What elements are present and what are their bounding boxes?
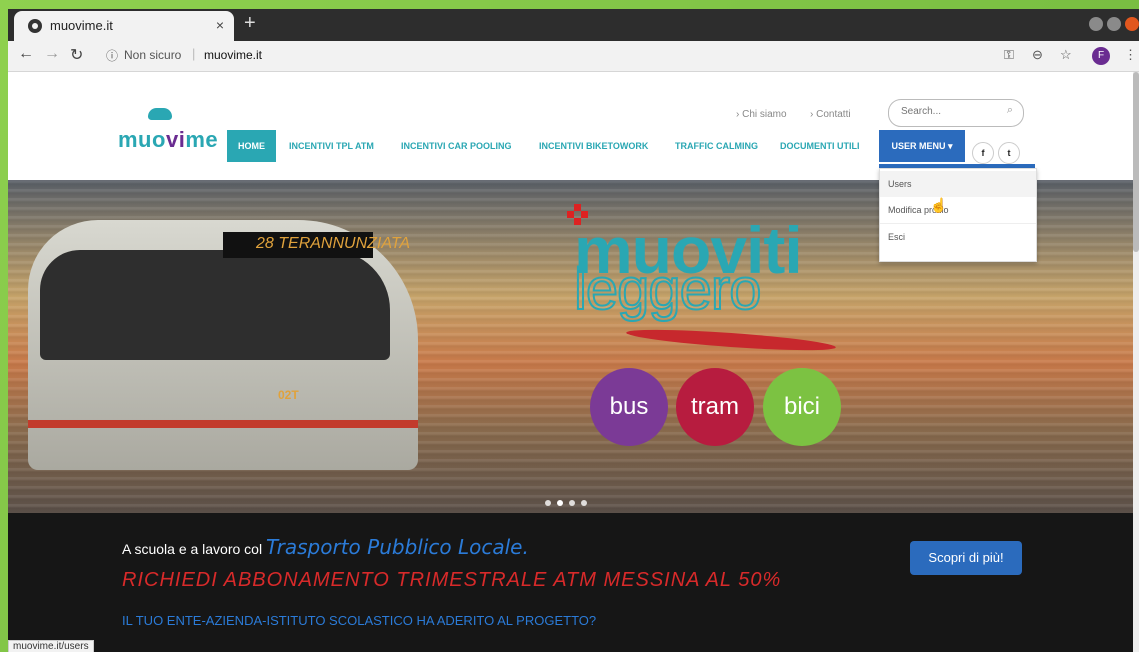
star-icon[interactable]: ☆ <box>1060 47 1072 63</box>
promo-text: RICHIEDI ABBONAMENTO TRIMESTRALE ATM MES… <box>122 569 782 591</box>
slide-dot-4[interactable] <box>581 500 587 506</box>
menu-incentivi-car-pooling[interactable]: INCENTIVI CAR POOLING <box>401 130 512 162</box>
status-url: muovime.it/users <box>8 640 94 652</box>
dropdown-item-esci[interactable]: Esci <box>880 223 1036 249</box>
menu-user-menu[interactable]: USER MENU ▾ <box>879 130 965 162</box>
scopri-button[interactable]: Scopri di più! <box>910 541 1022 575</box>
tram-windshield <box>40 250 390 360</box>
menu-traffic-calming[interactable]: TRAFFIC CALMING <box>675 130 758 162</box>
link-contatti[interactable]: › Contatti <box>810 109 851 120</box>
dropdown-item-users[interactable]: Users <box>880 171 1036 197</box>
forward-icon[interactable]: → <box>44 45 60 63</box>
slide-dot-3[interactable] <box>569 500 575 506</box>
lead-script: Trasporto Pubblico Locale. <box>265 535 529 559</box>
tram-destination-text: 28 TERANNUNZIATA <box>256 235 411 252</box>
reload-icon[interactable]: ↻ <box>70 45 83 65</box>
slider-dots <box>545 493 593 511</box>
hand-pointer-icon: ☝ <box>930 197 948 213</box>
info-icon[interactable]: ⓘ <box>106 47 118 64</box>
dropdown-item-modifica-profilo[interactable]: Modifica profilo <box>880 197 1036 223</box>
search-icon[interactable]: ⌕ <box>1007 104 1013 117</box>
question-link[interactable]: IL TUO ENTE-AZIENDA-ISTITUTO SCOLASTICO … <box>122 613 596 628</box>
menu-incentivi-tpl-atm[interactable]: INCENTIVI TPL ATM <box>289 130 374 162</box>
maximize-icon[interactable] <box>1107 17 1121 31</box>
lead-text: A scuola e a lavoro col Trasporto Pubbli… <box>122 535 529 559</box>
address-separator: | <box>192 46 196 61</box>
link-chi-siamo[interactable]: › Chi siamo <box>736 109 787 120</box>
browser-tab[interactable]: muovime.it × <box>14 11 234 41</box>
promo-band: A scuola e a lavoro col Trasporto Pubbli… <box>8 513 1139 652</box>
user-menu-dropdown: Users Modifica profilo Esci <box>879 168 1037 262</box>
hero-subheadline: leggero <box>573 256 762 323</box>
close-window-icon[interactable] <box>1125 17 1139 31</box>
logo-pixel <box>574 204 581 211</box>
lead-plain: A scuola e a lavoro col <box>122 541 263 557</box>
logo-cloud-icon <box>148 108 172 120</box>
tram-stripe <box>28 420 418 428</box>
key-icon[interactable]: ⚿ <box>1004 47 1014 63</box>
twitter-icon[interactable]: t <box>998 142 1020 164</box>
menu-incentivi-biketowork[interactable]: INCENTIVI BIKETOWORK <box>539 130 648 162</box>
menu-kebab-icon[interactable]: ⋮ <box>1124 47 1137 63</box>
logo-part-a: muo <box>118 127 166 152</box>
tram-code: 02T <box>278 388 299 402</box>
facebook-icon[interactable]: f <box>972 142 994 164</box>
site-logo[interactable]: muovime <box>118 127 218 153</box>
circle-tram: tram <box>676 368 754 446</box>
logo-part-c: me <box>185 127 219 152</box>
logo-part-b: vi <box>165 127 186 152</box>
back-icon[interactable]: ← <box>18 45 34 63</box>
security-label: Non sicuro <box>124 48 182 62</box>
tab-close-icon[interactable]: × <box>216 17 224 33</box>
logo-pixel <box>567 211 574 218</box>
zoom-icon[interactable]: ⊖ <box>1032 47 1043 63</box>
slide-dot-2[interactable] <box>557 500 563 506</box>
slide-dot-1[interactable] <box>545 500 551 506</box>
address-bar[interactable]: ⓘ Non sicuro | muovime.it <box>100 44 980 67</box>
minimize-icon[interactable] <box>1089 17 1103 31</box>
browser-window: muovime.it × + ← → ↻ ⓘ Non sicuro | muov… <box>8 9 1139 652</box>
circle-bus: bus <box>590 368 668 446</box>
address-url[interactable]: muovime.it <box>204 48 262 62</box>
search-input[interactable] <box>899 105 999 118</box>
profile-avatar[interactable]: F <box>1092 47 1110 65</box>
circle-bici: bici <box>763 368 841 446</box>
search-box[interactable]: ⌕ <box>888 99 1024 127</box>
tab-title: muovime.it <box>50 18 113 33</box>
tab-strip: muovime.it × + <box>8 9 1139 41</box>
scroll-thumb[interactable] <box>1133 72 1139 252</box>
menu-documenti-utili[interactable]: DOCUMENTI UTILI <box>780 130 860 162</box>
globe-icon <box>28 19 42 33</box>
new-tab-button[interactable]: + <box>244 12 256 35</box>
web-page: muovime › Chi siamo › Contatti ⌕ HOME IN… <box>8 72 1139 652</box>
menu-home[interactable]: HOME <box>227 130 276 162</box>
browser-toolbar: ← → ↻ ⓘ Non sicuro | muovime.it ⚿ ⊖ ☆ F … <box>8 41 1139 72</box>
